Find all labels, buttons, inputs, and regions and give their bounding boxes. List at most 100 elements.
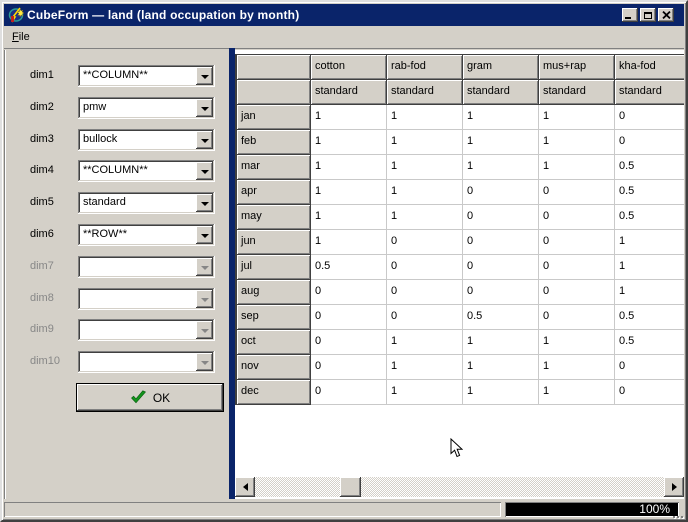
cell-nov-mus+rap[interactable]: 1	[539, 355, 615, 380]
cell-jun-gram[interactable]: 0	[463, 230, 539, 255]
combo-dim5[interactable]: standard	[78, 192, 215, 214]
column-header-kha-fod[interactable]: kha-fod	[615, 55, 684, 80]
row-header-jan[interactable]: jan	[237, 105, 311, 130]
cell-apr-rab-fod[interactable]: 1	[387, 180, 463, 205]
maximize-button[interactable]	[640, 8, 656, 22]
cell-jul-cotton[interactable]: 0.5	[311, 255, 387, 280]
cell-jul-rab-fod[interactable]: 0	[387, 255, 463, 280]
cell-feb-mus+rap[interactable]: 1	[539, 130, 615, 155]
combo-dropdown-button-dim2[interactable]	[196, 99, 213, 117]
resize-grip[interactable]	[673, 516, 683, 518]
cell-apr-cotton[interactable]: 1	[311, 180, 387, 205]
horizontal-scrollbar[interactable]	[235, 477, 684, 497]
subheader-0[interactable]: standard	[311, 80, 387, 105]
scrollbar-thumb[interactable]	[340, 477, 361, 497]
cell-sep-cotton[interactable]: 0	[311, 305, 387, 330]
cell-dec-mus+rap[interactable]: 1	[539, 380, 615, 405]
cell-jun-kha-fod[interactable]: 1	[615, 230, 684, 255]
row-header-jul[interactable]: jul	[237, 255, 311, 280]
row-header-mar[interactable]: mar	[237, 155, 311, 180]
cell-may-rab-fod[interactable]: 1	[387, 205, 463, 230]
row-header-dec[interactable]: dec	[237, 380, 311, 405]
cell-jun-cotton[interactable]: 1	[311, 230, 387, 255]
cell-aug-gram[interactable]: 0	[463, 280, 539, 305]
cell-sep-kha-fod[interactable]: 0.5	[615, 305, 684, 330]
cell-aug-mus+rap[interactable]: 0	[539, 280, 615, 305]
cell-mar-gram[interactable]: 1	[463, 155, 539, 180]
column-header-mus+rap[interactable]: mus+rap	[539, 55, 615, 80]
cell-aug-rab-fod[interactable]: 0	[387, 280, 463, 305]
subheader-1[interactable]: standard	[387, 80, 463, 105]
subheader-4[interactable]: standard	[615, 80, 684, 105]
cell-oct-mus+rap[interactable]: 1	[539, 330, 615, 355]
close-button[interactable]	[658, 8, 674, 22]
cell-oct-gram[interactable]: 1	[463, 330, 539, 355]
subheader-2[interactable]: standard	[463, 80, 539, 105]
column-header-rab-fod[interactable]: rab-fod	[387, 55, 463, 80]
cell-aug-kha-fod[interactable]: 1	[615, 280, 684, 305]
scroll-left-button[interactable]	[235, 477, 255, 497]
row-header-jun[interactable]: jun	[237, 230, 311, 255]
combo-dropdown-button-dim4[interactable]	[196, 162, 213, 180]
cell-oct-cotton[interactable]: 0	[311, 330, 387, 355]
subheader-3[interactable]: standard	[539, 80, 615, 105]
cell-dec-rab-fod[interactable]: 1	[387, 380, 463, 405]
cell-jun-mus+rap[interactable]: 0	[539, 230, 615, 255]
cell-nov-gram[interactable]: 1	[463, 355, 539, 380]
scrollbar-track[interactable]	[255, 477, 664, 497]
scroll-right-button[interactable]	[664, 477, 684, 497]
cell-nov-rab-fod[interactable]: 1	[387, 355, 463, 380]
column-header-gram[interactable]: gram	[463, 55, 539, 80]
cell-sep-mus+rap[interactable]: 0	[539, 305, 615, 330]
cell-jul-gram[interactable]: 0	[463, 255, 539, 280]
cell-may-cotton[interactable]: 1	[311, 205, 387, 230]
cell-mar-kha-fod[interactable]: 0.5	[615, 155, 684, 180]
cell-jan-rab-fod[interactable]: 1	[387, 105, 463, 130]
row-header-sep[interactable]: sep	[237, 305, 311, 330]
cell-jun-rab-fod[interactable]: 0	[387, 230, 463, 255]
combo-dim1[interactable]: **COLUMN**	[78, 65, 215, 87]
combo-dropdown-button-dim3[interactable]	[196, 131, 213, 149]
cell-apr-kha-fod[interactable]: 0.5	[615, 180, 684, 205]
cell-aug-cotton[interactable]: 0	[311, 280, 387, 305]
cell-mar-mus+rap[interactable]: 1	[539, 155, 615, 180]
menu-file[interactable]: File	[6, 29, 36, 45]
cell-jan-kha-fod[interactable]: 0	[615, 105, 684, 130]
ok-button[interactable]: OK	[76, 383, 224, 412]
row-header-nov[interactable]: nov	[237, 355, 311, 380]
cell-may-kha-fod[interactable]: 0.5	[615, 205, 684, 230]
cell-mar-cotton[interactable]: 1	[311, 155, 387, 180]
cell-apr-gram[interactable]: 0	[463, 180, 539, 205]
column-header-cotton[interactable]: cotton	[311, 55, 387, 80]
cell-sep-rab-fod[interactable]: 0	[387, 305, 463, 330]
cell-feb-rab-fod[interactable]: 1	[387, 130, 463, 155]
cell-nov-kha-fod[interactable]: 0	[615, 355, 684, 380]
cell-jan-cotton[interactable]: 1	[311, 105, 387, 130]
combo-dim3[interactable]: bullock	[78, 129, 215, 151]
cell-oct-rab-fod[interactable]: 1	[387, 330, 463, 355]
cell-dec-kha-fod[interactable]: 0	[615, 380, 684, 405]
cell-jul-mus+rap[interactable]: 0	[539, 255, 615, 280]
cell-mar-rab-fod[interactable]: 1	[387, 155, 463, 180]
cell-dec-cotton[interactable]: 0	[311, 380, 387, 405]
combo-dropdown-button-dim6[interactable]	[196, 226, 213, 244]
cell-jan-mus+rap[interactable]: 1	[539, 105, 615, 130]
cell-feb-kha-fod[interactable]: 0	[615, 130, 684, 155]
row-header-feb[interactable]: feb	[237, 130, 311, 155]
cell-feb-gram[interactable]: 1	[463, 130, 539, 155]
row-header-aug[interactable]: aug	[237, 280, 311, 305]
cell-may-mus+rap[interactable]: 0	[539, 205, 615, 230]
cell-dec-gram[interactable]: 1	[463, 380, 539, 405]
cell-jul-kha-fod[interactable]: 1	[615, 255, 684, 280]
cell-feb-cotton[interactable]: 1	[311, 130, 387, 155]
combo-dim2[interactable]: pmw	[78, 97, 215, 119]
combo-dropdown-button-dim5[interactable]	[196, 194, 213, 212]
row-header-oct[interactable]: oct	[237, 330, 311, 355]
cell-sep-gram[interactable]: 0.5	[463, 305, 539, 330]
cell-may-gram[interactable]: 0	[463, 205, 539, 230]
combo-dim4[interactable]: **COLUMN**	[78, 160, 215, 182]
row-header-may[interactable]: may	[237, 205, 311, 230]
row-header-apr[interactable]: apr	[237, 180, 311, 205]
cell-oct-kha-fod[interactable]: 0.5	[615, 330, 684, 355]
combo-dim6[interactable]: **ROW**	[78, 224, 215, 246]
